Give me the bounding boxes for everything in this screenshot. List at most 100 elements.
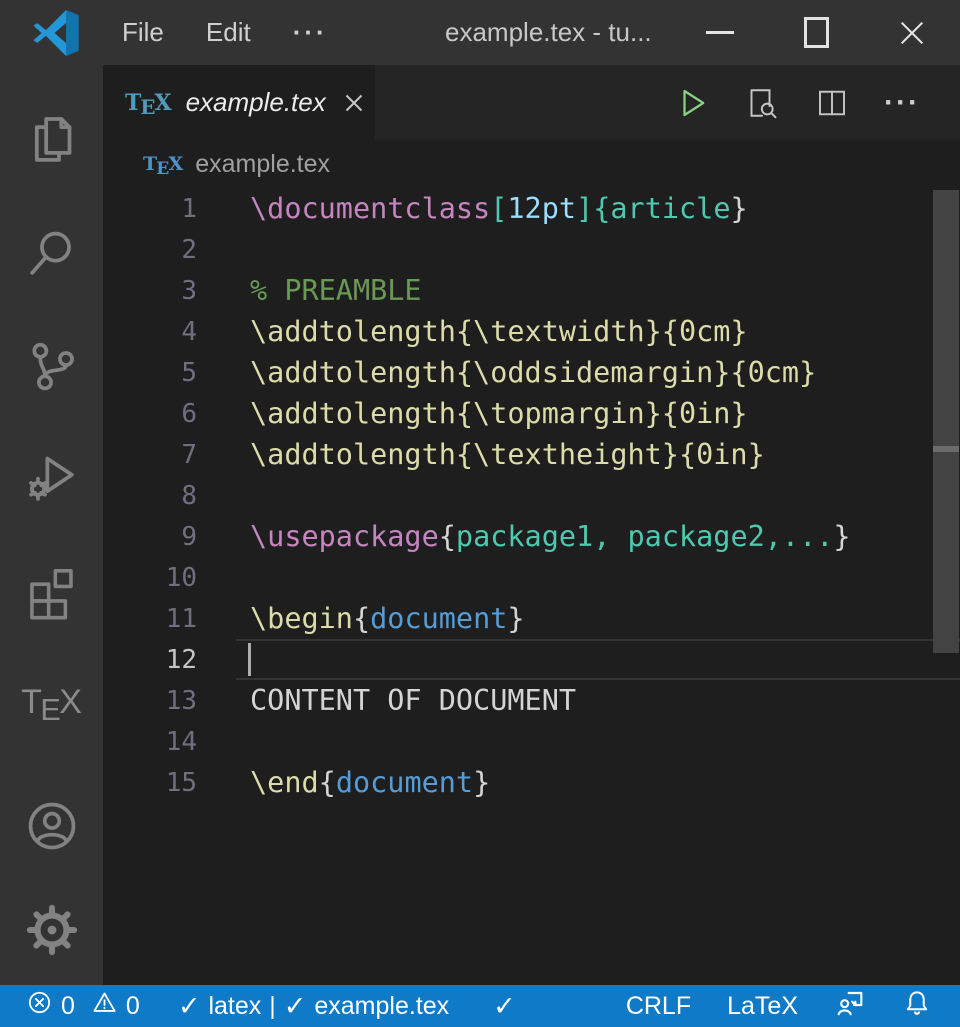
- source-control-icon: [24, 338, 80, 394]
- separator: |: [269, 992, 276, 1021]
- notifications-bell-icon[interactable]: [902, 988, 932, 1025]
- tab-example-tex[interactable]: TEX example.tex: [103, 65, 375, 140]
- activity-bar: TEX: [0, 65, 103, 985]
- feedback-icon[interactable]: [834, 987, 866, 1026]
- minimize-icon: [706, 31, 734, 34]
- line-number: 5: [103, 358, 197, 388]
- close-button[interactable]: [864, 0, 960, 65]
- code-line[interactable]: 7\addtolength{\textheight}{0in}: [103, 434, 960, 475]
- breadcrumb-file[interactable]: example.tex: [195, 150, 330, 179]
- code-text: \addtolength{\topmargin}{0in}: [250, 393, 748, 434]
- code-line[interactable]: 12: [103, 639, 960, 680]
- sidebar-item-latex-workshop[interactable]: TEX: [0, 659, 103, 745]
- editor-scrollbar: [933, 188, 959, 985]
- code-text: \documentclass[12pt]{article}: [250, 188, 748, 229]
- line-number: 15: [103, 768, 197, 798]
- file-status-label: example.tex: [314, 992, 449, 1021]
- gear-icon: [24, 902, 80, 958]
- line-number: 9: [103, 522, 197, 552]
- line-number: 11: [103, 604, 197, 634]
- text-cursor: [248, 643, 251, 676]
- current-line-highlight: [236, 639, 960, 680]
- code-line[interactable]: 8: [103, 475, 960, 516]
- code-text: \usepackage{package1, package2,...}: [250, 516, 851, 557]
- play-icon: [674, 85, 710, 121]
- ellipsis-icon: ···: [884, 86, 920, 120]
- menu-file[interactable]: File: [122, 17, 164, 48]
- maximize-icon: [804, 17, 829, 48]
- line-number: 10: [103, 563, 197, 593]
- menu-edit[interactable]: Edit: [206, 17, 251, 48]
- line-number: 3: [103, 276, 197, 306]
- minimize-button[interactable]: [672, 0, 768, 65]
- vscode-window: File Edit ··· example.tex - tu...: [0, 0, 960, 1027]
- account-icon: [24, 798, 80, 854]
- build-label: latex: [208, 992, 261, 1021]
- line-number: 4: [103, 317, 197, 347]
- window-title: example.tex - tu...: [445, 0, 652, 65]
- problems-button[interactable]: 0 0: [26, 989, 140, 1023]
- search-icon: [24, 225, 80, 281]
- code-line[interactable]: 13CONTENT OF DOCUMENT: [103, 680, 960, 721]
- line-number: 8: [103, 481, 197, 511]
- code-line[interactable]: 10: [103, 557, 960, 598]
- tab-close-button[interactable]: [342, 91, 366, 115]
- menu-more-icon[interactable]: ···: [293, 17, 328, 48]
- code-line[interactable]: 11\begin{document}: [103, 598, 960, 639]
- editor-actions: ···: [674, 65, 960, 140]
- vscode-logo-icon: [32, 9, 80, 57]
- language-mode-selector[interactable]: LaTeX: [727, 992, 798, 1021]
- close-icon: [342, 91, 366, 115]
- account-button[interactable]: [0, 783, 103, 869]
- code-line[interactable]: 5 \addtolength{\oddsidemargin}{0cm}: [103, 352, 960, 393]
- settings-button[interactable]: [0, 887, 103, 973]
- code-text: % PREAMBLE: [250, 270, 422, 311]
- more-actions-button[interactable]: ···: [884, 86, 920, 120]
- check-icon: ✓: [178, 991, 201, 1022]
- pdf-preview-button[interactable]: [744, 85, 780, 121]
- code-line[interactable]: 2: [103, 229, 960, 270]
- check-icon: ✓: [493, 991, 516, 1022]
- line-number: 12: [103, 645, 197, 675]
- code-line[interactable]: 1 \documentclass[12pt]{article}: [103, 188, 960, 229]
- maximize-button[interactable]: [768, 0, 864, 65]
- sidebar-item-extensions[interactable]: [0, 549, 103, 635]
- code-line[interactable]: 14: [103, 721, 960, 762]
- code-line[interactable]: 6 \addtolength{\topmargin}{0in}: [103, 393, 960, 434]
- code-line[interactable]: 15 \end{document}: [103, 762, 960, 803]
- title-bar: File Edit ··· example.tex - tu...: [0, 0, 960, 65]
- tex-file-icon: TEX: [143, 153, 183, 175]
- line-number: 6: [103, 399, 197, 429]
- latex-build-status[interactable]: ✓ latex | ✓ example.tex: [178, 991, 449, 1022]
- line-number: 1: [103, 194, 197, 224]
- code-line[interactable]: 4 \addtolength{\textwidth}{0cm}: [103, 311, 960, 352]
- code-line[interactable]: 9 \usepackage{package1, package2,...}: [103, 516, 960, 557]
- code-text: CONTENT OF DOCUMENT: [250, 680, 576, 721]
- scrollbar-thumb[interactable]: [933, 190, 959, 653]
- code-line[interactable]: 3 % PREAMBLE: [103, 270, 960, 311]
- warning-count: 0: [126, 992, 140, 1021]
- latex-compile-check[interactable]: ✓: [493, 991, 516, 1022]
- code-text: \end{document}: [250, 762, 490, 803]
- tex-icon: TEX: [21, 683, 82, 722]
- error-count: 0: [61, 992, 75, 1021]
- split-editor-icon: [814, 85, 850, 121]
- code-text: \addtolength{\oddsidemargin}{0cm}: [250, 352, 816, 393]
- eol-selector[interactable]: CRLF: [626, 992, 691, 1021]
- sidebar-item-run-debug[interactable]: [0, 433, 103, 519]
- sidebar-item-source-control[interactable]: [0, 323, 103, 409]
- files-icon: [24, 112, 80, 168]
- code-text: \addtolength{\textwidth}{0cm}: [250, 311, 748, 352]
- tex-file-icon: TEX: [125, 90, 172, 116]
- line-number: 14: [103, 727, 197, 757]
- sidebar-item-explorer[interactable]: [0, 97, 103, 183]
- split-editor-button[interactable]: [814, 85, 850, 121]
- sidebar-item-search[interactable]: [0, 210, 103, 296]
- status-bar: 0 0 ✓ latex | ✓ example.tex ✓ CRLF LaTeX: [0, 985, 960, 1027]
- line-number: 2: [103, 235, 197, 265]
- run-latex-button[interactable]: [674, 85, 710, 121]
- code-editor[interactable]: 1 \documentclass[12pt]{article} 2 3 % PREAMB…: [103, 188, 960, 985]
- code-area: 1 \documentclass[12pt]{article} 2 3 % PREAMB…: [103, 188, 960, 803]
- extensions-icon: [23, 563, 81, 621]
- close-icon: [897, 18, 927, 48]
